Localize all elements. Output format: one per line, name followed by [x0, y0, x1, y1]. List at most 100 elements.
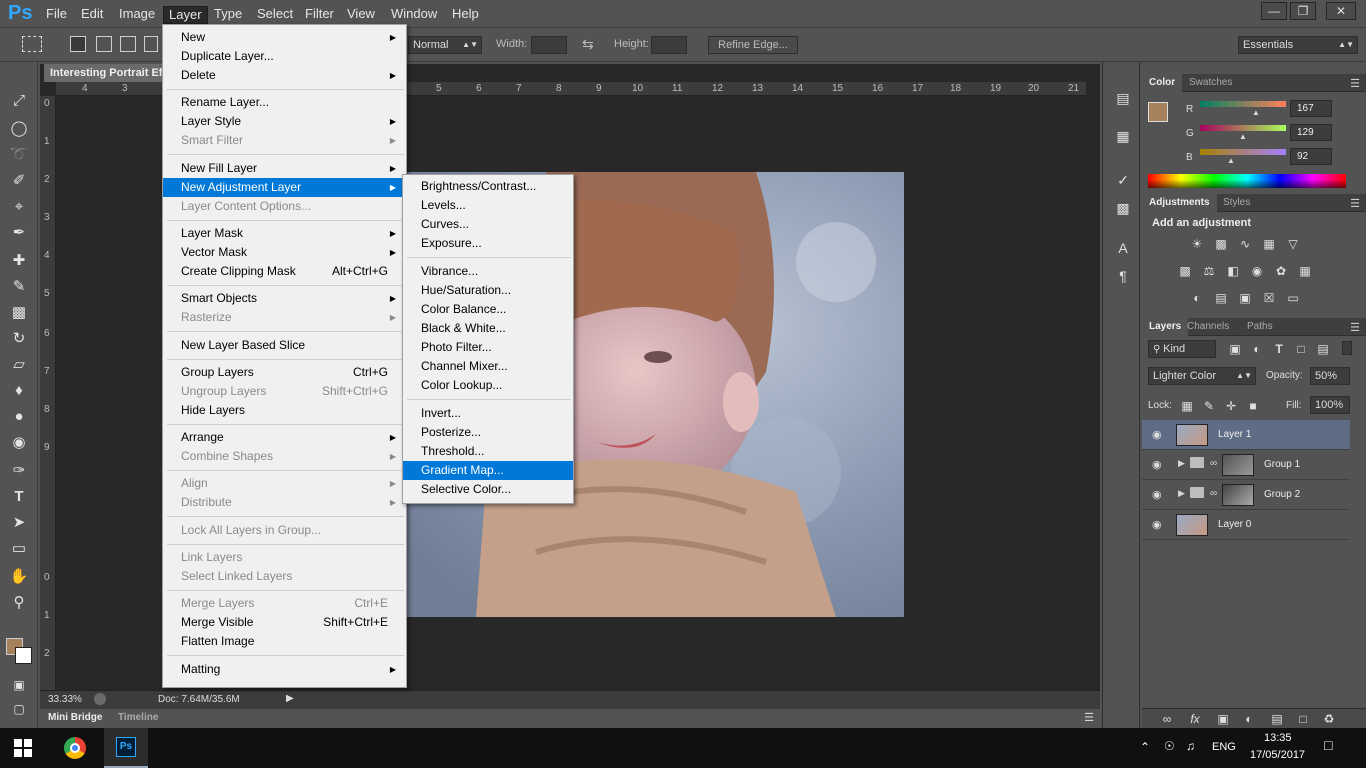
- exposure-icon[interactable]: ▦: [1260, 236, 1278, 252]
- tab-channels[interactable]: Channels: [1180, 318, 1236, 336]
- menu-item-new-layer-based-slice[interactable]: New Layer Based Slice: [163, 336, 406, 355]
- chrome-icon[interactable]: [64, 737, 86, 759]
- network-icon[interactable]: ☉: [1164, 739, 1175, 753]
- menu-item-selective-color[interactable]: Selective Color...: [403, 480, 573, 499]
- brush-presets-icon[interactable]: ✓: [1113, 170, 1133, 190]
- menu-item-posterize[interactable]: Posterize...: [403, 423, 573, 442]
- layer-name[interactable]: Layer 0: [1218, 519, 1251, 530]
- windows-start-icon[interactable]: [14, 739, 32, 757]
- menu-item-brightness-contrast[interactable]: Brightness/Contrast...: [403, 177, 573, 196]
- eraser-icon[interactable]: ▱: [6, 354, 32, 376]
- menu-item-invert[interactable]: Invert...: [403, 404, 573, 423]
- menu-item-new-fill-layer[interactable]: New Fill Layer ▶: [163, 159, 406, 178]
- paragraph-icon[interactable]: ¶: [1113, 266, 1133, 286]
- subtract-selection-icon[interactable]: [120, 36, 136, 52]
- selective-color-icon[interactable]: ☒: [1260, 290, 1278, 306]
- clone-stamp-icon[interactable]: ▩: [6, 302, 32, 324]
- brush-panel-icon[interactable]: ▩: [1113, 198, 1133, 218]
- restore-icon[interactable]: ❐: [1290, 2, 1316, 20]
- blue-slider[interactable]: [1200, 149, 1286, 155]
- foreground-swatch[interactable]: [1148, 102, 1168, 122]
- menu-help[interactable]: Help: [447, 6, 484, 24]
- menu-item-merge-visible[interactable]: Merge Visible Shift+Ctrl+E: [163, 613, 406, 632]
- height-input[interactable]: [651, 36, 687, 54]
- green-slider[interactable]: [1200, 125, 1286, 131]
- menu-window[interactable]: Window: [386, 6, 442, 24]
- history-icon[interactable]: ▤: [1113, 88, 1133, 108]
- layer-filter-kind[interactable]: ⚲ Kind: [1148, 340, 1216, 358]
- dodge-tool-icon[interactable]: ◉: [6, 432, 32, 454]
- slider-thumb-icon[interactable]: ▲: [1252, 108, 1260, 117]
- menu-item-threshold[interactable]: Threshold...: [403, 442, 573, 461]
- menu-type[interactable]: Type: [209, 6, 247, 24]
- menu-item-vector-mask[interactable]: Vector Mask ▶: [163, 243, 406, 262]
- menu-item-duplicate-layer[interactable]: Duplicate Layer...: [163, 47, 406, 66]
- menu-filter[interactable]: Filter: [300, 6, 339, 24]
- new-group-icon[interactable]: ▤: [1268, 711, 1286, 727]
- invert-icon[interactable]: ◐: [1188, 290, 1206, 306]
- expand-arrow-icon[interactable]: ▶: [1178, 458, 1185, 469]
- threshold-icon[interactable]: ▣: [1236, 290, 1254, 306]
- visibility-eye-icon[interactable]: ◉: [1152, 428, 1162, 441]
- fill-input[interactable]: 100%: [1310, 396, 1350, 414]
- healing-brush-icon[interactable]: ✚: [6, 250, 32, 272]
- path-select-icon[interactable]: ➤: [6, 512, 32, 534]
- clock-time[interactable]: 13:35: [1264, 732, 1292, 744]
- lock-all-icon[interactable]: ■: [1244, 398, 1262, 414]
- photo-filter-icon[interactable]: ◉: [1248, 263, 1266, 279]
- brightness-contrast-icon[interactable]: ☀: [1188, 236, 1206, 252]
- hand-tool-icon[interactable]: ✋: [6, 566, 32, 588]
- status-arrow-icon[interactable]: ▶: [286, 693, 294, 704]
- red-slider[interactable]: [1200, 101, 1286, 107]
- style-select[interactable]: Normal ▲▼: [408, 36, 482, 54]
- posterize-icon[interactable]: ▤: [1212, 290, 1230, 306]
- tab-paths[interactable]: Paths: [1240, 318, 1280, 336]
- lock-image-icon[interactable]: ✎: [1200, 398, 1218, 414]
- panel-menu-icon[interactable]: ☰: [1350, 77, 1360, 90]
- clock-date[interactable]: 17/05/2017: [1250, 749, 1305, 761]
- channel-mixer-icon[interactable]: ✿: [1272, 263, 1290, 279]
- menu-item-new-adjustment-layer[interactable]: New Adjustment Layer ▶: [163, 177, 406, 197]
- history-brush-icon[interactable]: ↻: [6, 328, 32, 350]
- filter-adjustment-icon[interactable]: ◐: [1248, 341, 1266, 357]
- visibility-eye-icon[interactable]: ◉: [1152, 488, 1162, 501]
- refine-edge-button[interactable]: Refine Edge...: [708, 36, 798, 54]
- blend-mode-select[interactable]: Lighter Color ▲▼: [1148, 367, 1256, 385]
- tab-color[interactable]: Color: [1142, 74, 1183, 92]
- zoom-level[interactable]: 33.33%: [48, 694, 82, 705]
- status-info-icon[interactable]: [94, 693, 106, 705]
- workspace-select[interactable]: Essentials ▲▼: [1238, 36, 1358, 54]
- layer-name[interactable]: Group 1: [1264, 459, 1300, 470]
- layer-row-layer-1[interactable]: ◉ Layer 1: [1142, 420, 1350, 450]
- fx-icon[interactable]: fx: [1186, 711, 1204, 727]
- filter-smart-object-icon[interactable]: ▤: [1314, 341, 1332, 357]
- menu-layer[interactable]: Layer: [163, 6, 208, 24]
- levels-icon[interactable]: ▩: [1212, 236, 1230, 252]
- add-selection-icon[interactable]: [96, 36, 112, 52]
- menu-item-channel-mixer[interactable]: Channel Mixer...: [403, 357, 573, 376]
- gradient-map-icon[interactable]: ▭: [1284, 290, 1302, 306]
- type-tool-icon[interactable]: T: [6, 486, 32, 508]
- filter-toggle[interactable]: [1342, 341, 1352, 355]
- menu-item-curves[interactable]: Curves...: [403, 215, 573, 234]
- black-white-icon[interactable]: ◧: [1224, 263, 1242, 279]
- character-icon[interactable]: A: [1113, 238, 1133, 258]
- link-layers-icon[interactable]: ∞: [1158, 711, 1176, 727]
- menu-item-group-layers[interactable]: Group Layers Ctrl+G: [163, 363, 406, 382]
- menu-item-flatten-image[interactable]: Flatten Image: [163, 632, 406, 651]
- hue-saturation-icon[interactable]: ▩: [1176, 263, 1194, 279]
- tab-adjustments[interactable]: Adjustments: [1142, 194, 1217, 212]
- menu-item-arrange[interactable]: Arrange ▶: [163, 428, 406, 447]
- lock-position-icon[interactable]: ✛: [1222, 398, 1240, 414]
- new-adjustment-icon[interactable]: ◐: [1240, 711, 1258, 727]
- layer-row-group-1[interactable]: ◉ ▶ ∞ Group 1: [1142, 450, 1350, 480]
- quick-select-icon[interactable]: ✐: [6, 170, 32, 192]
- layer-name[interactable]: Group 2: [1264, 489, 1300, 500]
- close-icon[interactable]: ✕: [1326, 2, 1356, 20]
- brush-tool-icon[interactable]: ✎: [6, 276, 32, 298]
- swap-icon[interactable]: ⇆: [582, 36, 594, 53]
- slider-thumb-icon[interactable]: ▲: [1227, 156, 1235, 165]
- pen-tool-icon[interactable]: ✑: [6, 460, 32, 482]
- blur-tool-icon[interactable]: ●: [6, 406, 32, 428]
- rectangle-tool-icon[interactable]: ▭: [6, 538, 32, 560]
